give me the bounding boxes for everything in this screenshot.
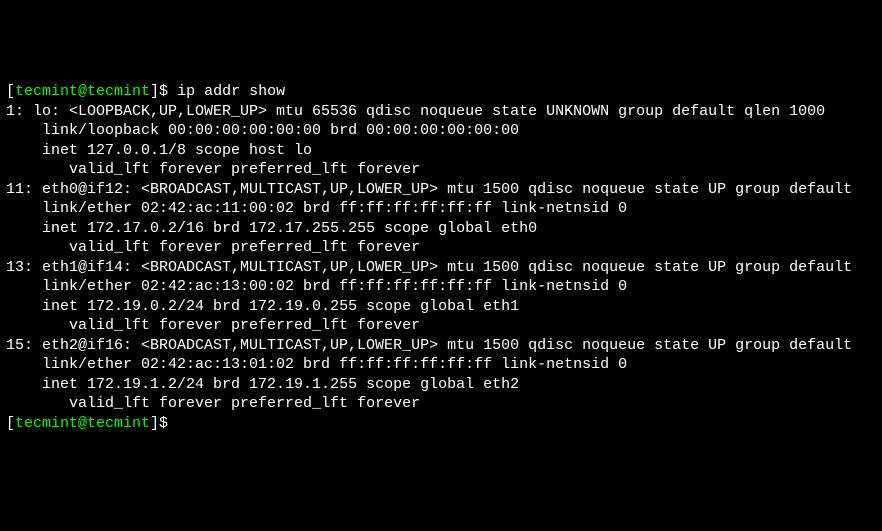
output-line: link/ether 02:42:ac:11:00:02 brd ff:ff:f…: [6, 200, 627, 217]
output-line: valid_lft forever preferred_lft forever: [6, 395, 420, 412]
output-line: link/loopback 00:00:00:00:00:00 brd 00:0…: [6, 122, 519, 139]
output-line: 15: eth2@if16: <BROADCAST,MULTICAST,UP,L…: [6, 337, 861, 354]
output-line: inet 127.0.0.1/8 scope host lo: [6, 142, 312, 159]
terminal-output: [tecmint@tecmint]$ ip addr show 1: lo: <…: [6, 82, 876, 433]
output-line: inet 172.19.0.2/24 brd 172.19.0.255 scop…: [6, 298, 519, 315]
output-line: 11: eth0@if12: <BROADCAST,MULTICAST,UP,L…: [6, 181, 861, 198]
prompt-user-host: tecmint@tecmint: [15, 415, 150, 432]
output-line: 1: lo: <LOOPBACK,UP,LOWER_UP> mtu 65536 …: [6, 103, 825, 120]
output-line: valid_lft forever preferred_lft forever: [6, 161, 420, 178]
output-line: valid_lft forever preferred_lft forever: [6, 239, 420, 256]
prompt-open: [: [6, 83, 15, 100]
output-line: inet 172.19.1.2/24 brd 172.19.1.255 scop…: [6, 376, 519, 393]
output-line: link/ether 02:42:ac:13:00:02 brd ff:ff:f…: [6, 278, 627, 295]
output-line: valid_lft forever preferred_lft forever: [6, 317, 420, 334]
output-line: inet 172.17.0.2/16 brd 172.17.255.255 sc…: [6, 220, 537, 237]
prompt-user-host: tecmint@tecmint: [15, 83, 150, 100]
prompt-close: ]$: [150, 83, 177, 100]
command-text: ip addr show: [177, 83, 285, 100]
prompt-line-1: [tecmint@tecmint]$ ip addr show: [6, 83, 285, 100]
prompt-close: ]$: [150, 415, 177, 432]
prompt-line-2[interactable]: [tecmint@tecmint]$: [6, 415, 177, 432]
prompt-open: [: [6, 415, 15, 432]
output-line: link/ether 02:42:ac:13:01:02 brd ff:ff:f…: [6, 356, 627, 373]
output-line: 13: eth1@if14: <BROADCAST,MULTICAST,UP,L…: [6, 259, 861, 276]
